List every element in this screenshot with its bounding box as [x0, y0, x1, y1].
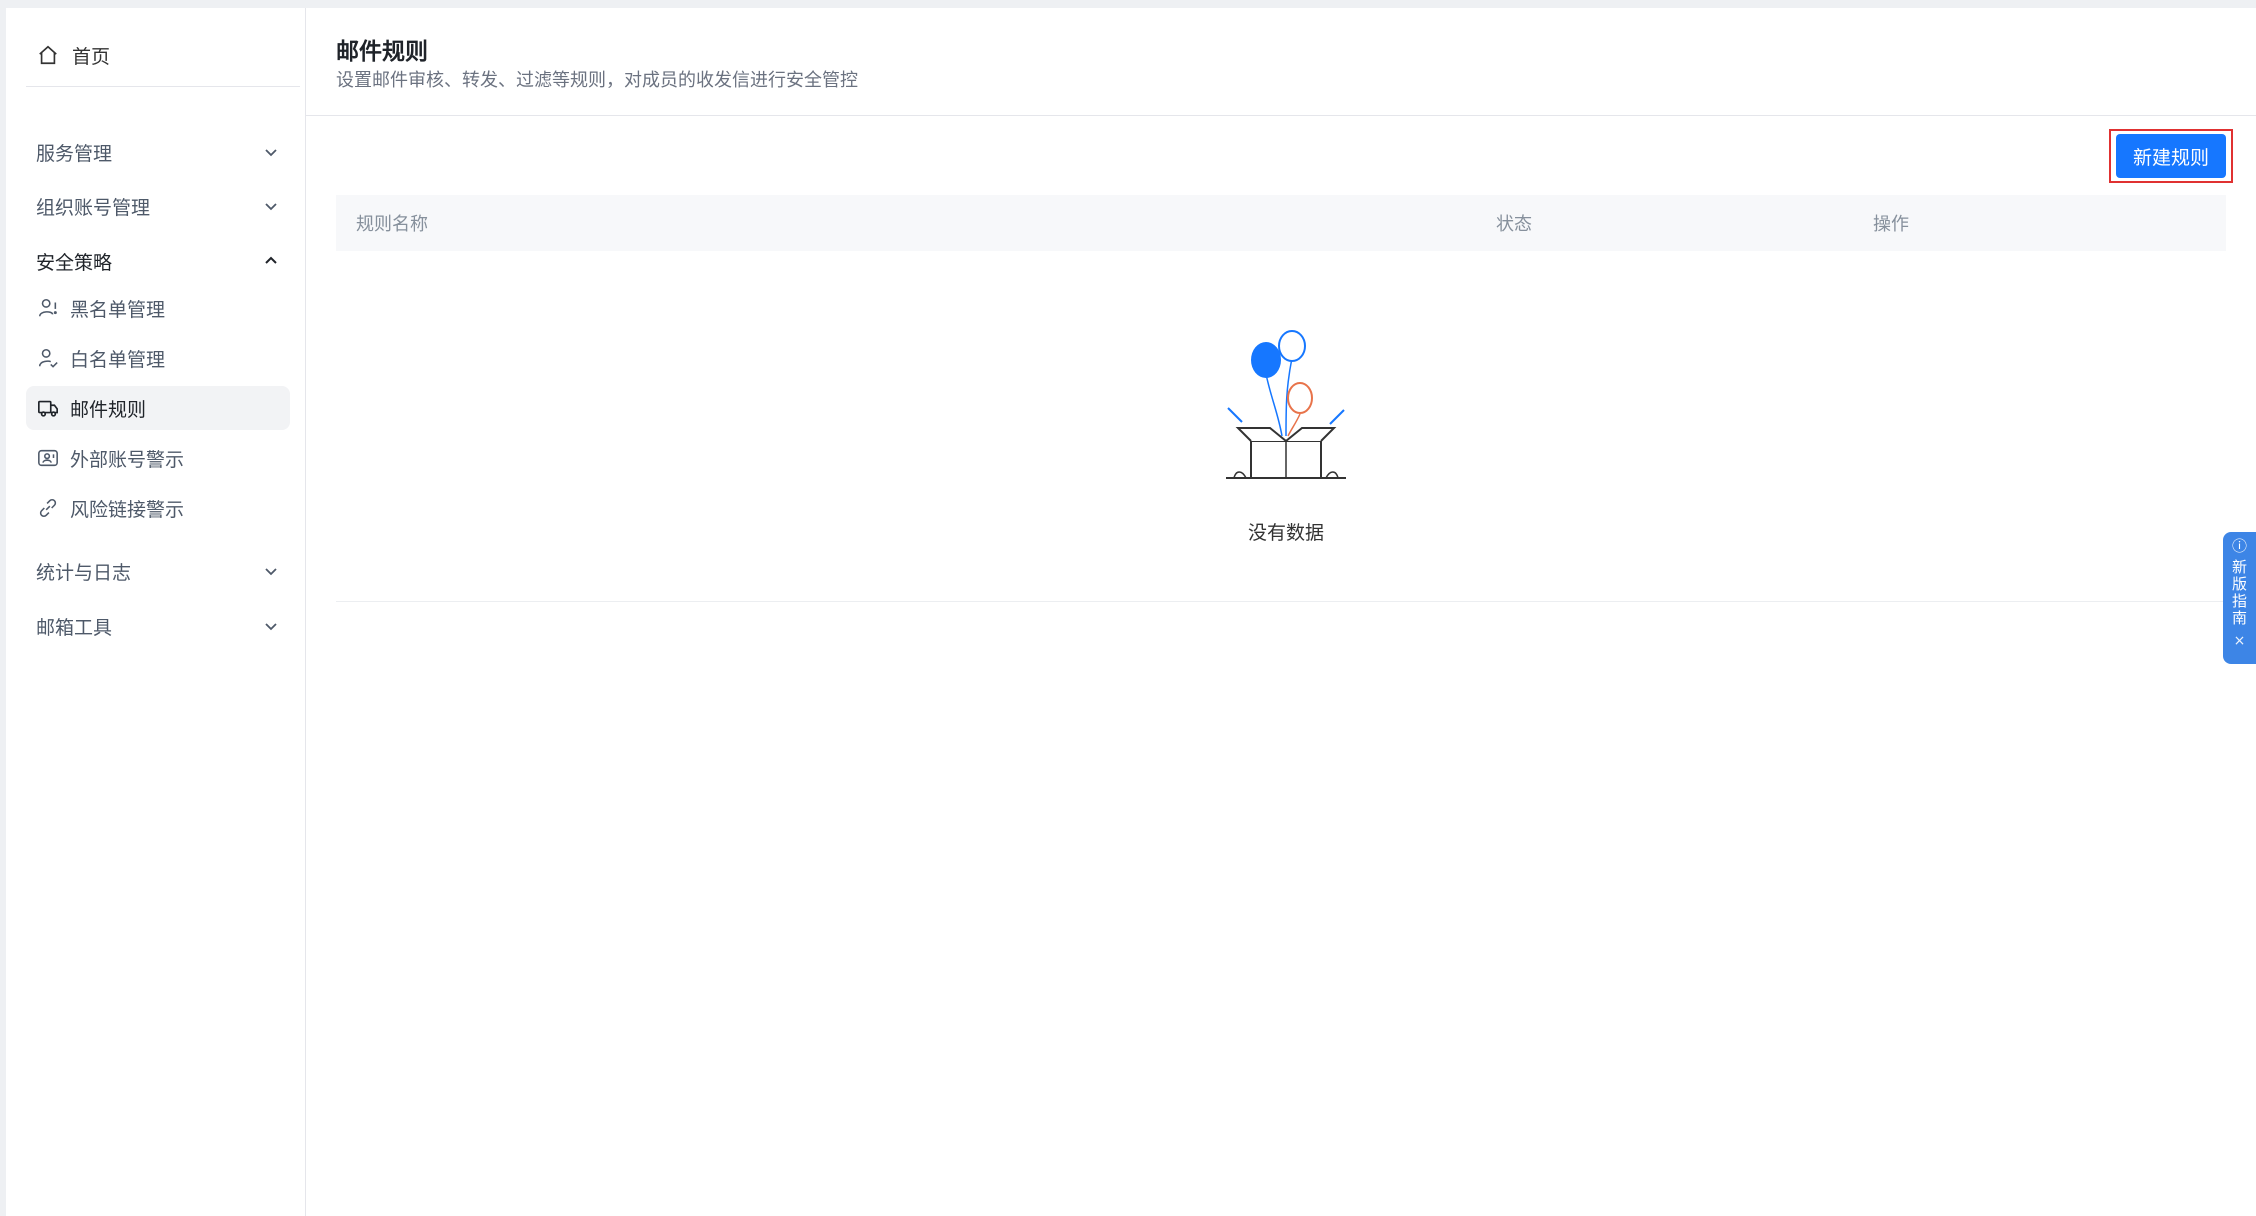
- sidebar-item-whitelist[interactable]: 白名单管理: [26, 336, 290, 380]
- sidebar-group-org-account[interactable]: 组织账号管理: [26, 180, 290, 232]
- page-description: 设置邮件审核、转发、过滤等规则，对成员的收发信进行安全管控: [336, 70, 858, 91]
- sidebar-item-risk-link[interactable]: 风险链接警示: [26, 486, 290, 530]
- sidebar-group-service[interactable]: 服务管理: [26, 126, 290, 178]
- chevron-down-icon: [262, 562, 280, 580]
- user-block-icon: [36, 296, 60, 320]
- mail-rule-icon: [36, 396, 60, 420]
- sidebar-group-stats-logs[interactable]: 统计与日志: [26, 545, 290, 597]
- info-icon: ⓘ: [2231, 537, 2247, 555]
- chevron-down-icon: [262, 197, 280, 215]
- sidebar-item-mail-rules[interactable]: 邮件规则: [26, 386, 290, 430]
- close-icon[interactable]: ×: [2234, 633, 2246, 650]
- group-label: 邮箱工具: [36, 616, 113, 639]
- sidebar-item-label: 邮件规则: [70, 398, 147, 421]
- chevron-down-icon: [262, 617, 280, 635]
- sidebar-group-security[interactable]: 安全策略: [26, 235, 290, 287]
- column-header-actions: 操作: [1873, 214, 1909, 235]
- chevron-down-icon: [262, 143, 280, 161]
- group-label: 安全策略: [36, 251, 113, 274]
- sidebar-item-label: 外部账号警示: [70, 448, 185, 471]
- new-rule-button[interactable]: 新建规则: [2116, 134, 2226, 178]
- group-label: 组织账号管理: [36, 196, 151, 219]
- sidebar-item-label: 风险链接警示: [70, 498, 185, 521]
- sidebar-divider: [26, 86, 300, 87]
- page-header: 邮件规则 设置邮件审核、转发、过滤等规则，对成员的收发信进行安全管控: [306, 8, 2256, 116]
- column-header-rule-name: 规则名称: [356, 214, 428, 235]
- sidebar-group-mail-tools[interactable]: 邮箱工具: [26, 600, 290, 652]
- empty-box-balloons-icon: [1216, 328, 1356, 488]
- link-icon: [36, 496, 60, 520]
- external-account-icon: [36, 446, 60, 470]
- new-version-guide-tab[interactable]: ⓘ 新版指南 ×: [2223, 532, 2256, 664]
- empty-state-text: 没有数据: [1247, 522, 1324, 544]
- user-check-icon: [36, 346, 60, 370]
- guide-label: 新版指南: [2231, 558, 2247, 627]
- app-window: 首页 服务管理 组织账号管理 安全策略 黑名单管理 白名单管理 邮件规则 外部账…: [6, 8, 2256, 1216]
- sidebar: 首页 服务管理 组织账号管理 安全策略 黑名单管理 白名单管理 邮件规则 外部账…: [6, 8, 306, 1216]
- chevron-up-icon: [262, 252, 280, 270]
- column-header-status: 状态: [1496, 214, 1532, 235]
- page-title: 邮件规则: [336, 39, 428, 65]
- sidebar-item-home[interactable]: 首页: [26, 30, 300, 80]
- table-header: 规则名称 状态 操作: [336, 195, 2226, 251]
- group-label: 统计与日志: [36, 561, 132, 584]
- sidebar-item-label: 黑名单管理: [70, 298, 166, 321]
- home-icon: [36, 43, 60, 67]
- group-label: 服务管理: [36, 142, 113, 165]
- home-label: 首页: [72, 45, 111, 68]
- sidebar-item-label: 白名单管理: [70, 348, 166, 371]
- sidebar-item-external-account[interactable]: 外部账号警示: [26, 436, 290, 480]
- sidebar-item-blacklist[interactable]: 黑名单管理: [26, 286, 290, 330]
